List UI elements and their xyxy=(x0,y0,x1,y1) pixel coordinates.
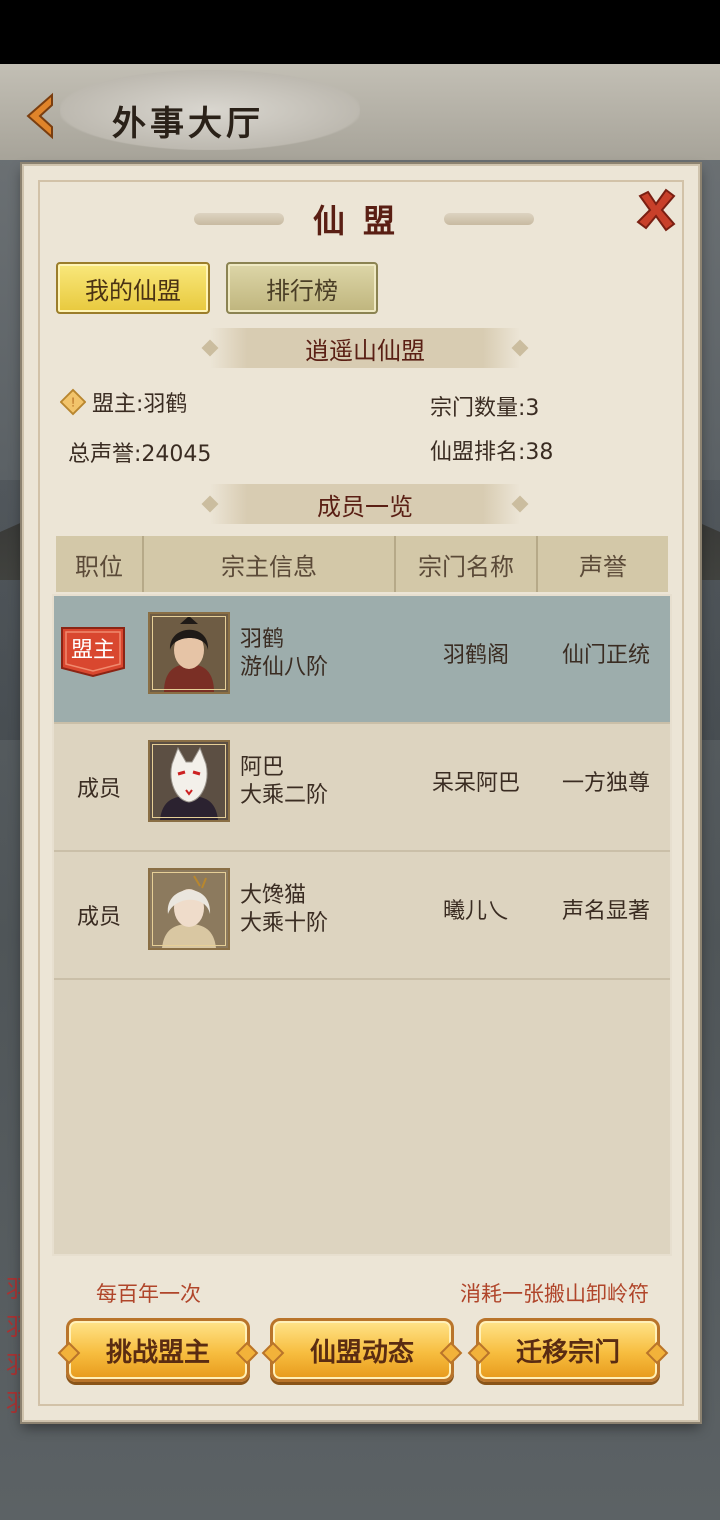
avatar[interactable] xyxy=(148,868,230,950)
member-list: 盟主 羽鹤 游仙八阶 羽鹤阁 仙门正统 成员 阿巴 大乘二阶 呆呆阿巴 一方独尊… xyxy=(52,594,672,1256)
back-button[interactable] xyxy=(14,88,66,144)
column-header: 宗主信息 xyxy=(144,536,396,592)
member-row[interactable]: 成员 大馋猫 大乘十阶 曦儿乀 声名显著 xyxy=(54,852,670,980)
sect-name: 呆呆阿巴 xyxy=(431,771,520,796)
leader-badge-label: 盟主 xyxy=(70,638,115,663)
member-realm: 游仙八阶 xyxy=(240,655,329,680)
alliance-news-button[interactable]: 仙盟动态 xyxy=(270,1318,454,1382)
member-name: 阿巴 xyxy=(240,755,285,780)
reputation-title: 仙门正统 xyxy=(561,643,650,668)
reputation-title: 一方独尊 xyxy=(561,771,650,796)
member-realm: 大乘十阶 xyxy=(240,911,329,936)
panel-title: 仙盟 xyxy=(312,202,413,240)
migrate-sect-button[interactable]: 迁移宗门 xyxy=(476,1318,660,1382)
migrate-note: 消耗一张搬山卸岭符 xyxy=(460,1282,649,1306)
members-heading: 成员一览 xyxy=(317,492,413,521)
leader-diamond-icon: ! xyxy=(60,388,86,416)
challenge-note: 每百年一次 xyxy=(96,1282,201,1306)
table-header: 职位 宗主信息 宗门名称 声誉 xyxy=(56,536,668,592)
member-realm: 大乘二阶 xyxy=(240,783,329,808)
tab-leaderboard[interactable]: 排行榜 xyxy=(226,262,378,314)
avatar-frame xyxy=(152,872,226,946)
back-arrow-icon xyxy=(26,92,53,140)
status-bar xyxy=(0,0,720,64)
tab-my-alliance[interactable]: 我的仙盟 xyxy=(56,262,210,314)
avatar-frame xyxy=(152,744,226,818)
column-header: 宗门名称 xyxy=(396,536,538,592)
alliance-rank: 仙盟排名:38 xyxy=(430,440,554,465)
avatar[interactable] xyxy=(148,612,230,694)
page-title: 外事大厅 xyxy=(112,104,264,144)
member-name: 羽鹤 xyxy=(240,627,285,652)
member-row[interactable]: 成员 阿巴 大乘二阶 呆呆阿巴 一方独尊 xyxy=(54,724,670,852)
column-header: 声誉 xyxy=(579,552,627,581)
leader-label: 盟主:羽鹤 xyxy=(92,392,188,417)
total-reputation: 总声誉:24045 xyxy=(68,442,212,467)
alliance-panel: 仙盟 我的仙盟 排行榜 逍遥山仙盟 ! 盟主:羽鹤 宗门数量:3 总声誉:240… xyxy=(22,164,700,1422)
sect-name: 羽鹤阁 xyxy=(442,643,509,668)
reputation-title: 声名显著 xyxy=(561,899,650,924)
member-position: 成员 xyxy=(76,777,121,802)
sect-count: 宗门数量:3 xyxy=(430,396,540,421)
members-heading-banner: 成员一览 xyxy=(210,484,520,524)
column-header: 职位 xyxy=(56,536,144,592)
member-position: 成员 xyxy=(76,905,121,930)
challenge-leader-button[interactable]: 挑战盟主 xyxy=(66,1318,250,1382)
member-name: 大馋猫 xyxy=(240,883,307,908)
svg-text:!: ! xyxy=(71,395,75,410)
leader-info: ! 盟主:羽鹤 xyxy=(60,386,187,418)
close-button[interactable] xyxy=(632,186,680,234)
sect-name: 曦儿乀 xyxy=(442,899,509,924)
alliance-name-banner: 逍遥山仙盟 xyxy=(210,328,520,368)
avatar-frame xyxy=(152,616,226,690)
member-row-leader[interactable]: 盟主 羽鹤 游仙八阶 羽鹤阁 仙门正统 xyxy=(54,596,670,724)
close-icon xyxy=(636,188,676,232)
alliance-name: 逍遥山仙盟 xyxy=(305,336,425,365)
avatar[interactable] xyxy=(148,740,230,822)
